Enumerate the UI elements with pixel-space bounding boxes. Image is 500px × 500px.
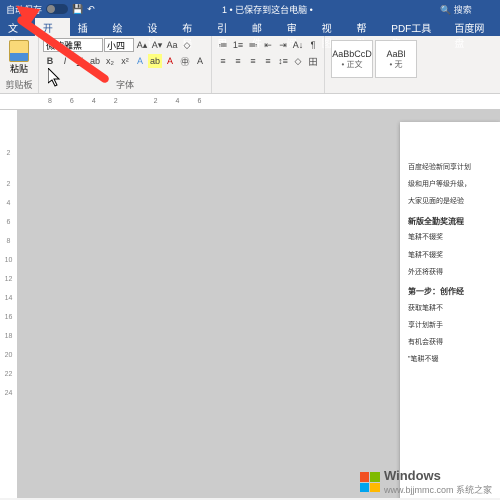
showmarks-icon[interactable]: ¶ bbox=[306, 38, 320, 52]
strike-button[interactable]: ab bbox=[88, 54, 102, 68]
clear-format-icon[interactable]: ◇ bbox=[180, 38, 194, 52]
grow-font-icon[interactable]: A▴ bbox=[135, 38, 149, 52]
font-size-select[interactable] bbox=[104, 38, 134, 52]
doc-paragraph: 大家见面的是经验 bbox=[408, 196, 492, 207]
bold-button[interactable]: B bbox=[43, 54, 57, 68]
bullets-icon[interactable]: ≔ bbox=[216, 38, 230, 52]
autosave-label: 自动保存 bbox=[6, 3, 42, 16]
styles-group: AaBbCcD • 正文 AaBl • 无 bbox=[325, 36, 423, 93]
doc-paragraph: "笔耕不辍 bbox=[408, 354, 492, 365]
watermark: Windows www.bjjmmc.com 系统之家 bbox=[360, 468, 492, 496]
document-area[interactable]: 百度经验新同享计划 级和用户等级升级， 大家见面的是经验 新版全勤奖流程 笔耕不… bbox=[18, 110, 500, 498]
superscript-button[interactable]: x² bbox=[118, 54, 132, 68]
tab-view[interactable]: 视图 bbox=[314, 18, 349, 36]
ribbon-tabs: 文件 开始 插入 绘图 设计 布局 引用 邮件 审阅 视图 帮助 PDF工具集 … bbox=[0, 18, 500, 36]
char-border-icon[interactable]: A bbox=[193, 54, 207, 68]
paste-button[interactable]: 粘贴 bbox=[4, 38, 34, 76]
tab-draw[interactable]: 绘图 bbox=[105, 18, 140, 36]
subscript-button[interactable]: x₂ bbox=[103, 54, 117, 68]
style-nospacing[interactable]: AaBl • 无 bbox=[375, 40, 417, 78]
font-color-icon[interactable]: A bbox=[163, 54, 177, 68]
document-page[interactable]: 百度经验新同享计划 级和用户等级升级， 大家见面的是经验 新版全勤奖流程 笔耕不… bbox=[400, 122, 500, 498]
tab-help[interactable]: 帮助 bbox=[348, 18, 383, 36]
workspace: 224681012141618202224 百度经验新同享计划 级和用户等级升级… bbox=[0, 110, 500, 498]
font-group: A▴ A▾ Aa ◇ B I U ab x₂ x² A ab A ㊥ A 字体 bbox=[39, 36, 212, 93]
ribbon: 粘贴 剪贴板 A▴ A▾ Aa ◇ B I U ab x₂ x² A ab bbox=[0, 36, 500, 94]
italic-button[interactable]: I bbox=[58, 54, 72, 68]
justify-icon[interactable]: ≡ bbox=[261, 54, 275, 68]
clipboard-label: 剪贴板 bbox=[4, 78, 34, 91]
tab-design[interactable]: 设计 bbox=[139, 18, 174, 36]
highlight-icon[interactable]: ab bbox=[148, 54, 162, 68]
underline-button[interactable]: U bbox=[73, 54, 87, 68]
shading-icon[interactable]: ◇ bbox=[291, 54, 305, 68]
doc-paragraph: 级和用户等级升级， bbox=[408, 179, 492, 190]
watermark-brand: Windows bbox=[384, 468, 492, 483]
align-left-icon[interactable]: ≡ bbox=[216, 54, 230, 68]
doc-paragraph: 有机会获得 bbox=[408, 337, 492, 348]
multilevel-icon[interactable]: ≕ bbox=[246, 38, 260, 52]
align-center-icon[interactable]: ≡ bbox=[231, 54, 245, 68]
doc-paragraph: 享计划新手 bbox=[408, 320, 492, 331]
tab-references[interactable]: 引用 bbox=[209, 18, 244, 36]
doc-heading: 第一步：创作经 bbox=[408, 286, 492, 299]
tab-mailings[interactable]: 邮件 bbox=[244, 18, 279, 36]
autosave-toggle[interactable] bbox=[46, 4, 68, 14]
phonetic-icon[interactable]: ㊥ bbox=[178, 54, 192, 68]
align-right-icon[interactable]: ≡ bbox=[246, 54, 260, 68]
windows-logo-icon bbox=[360, 472, 380, 492]
document-title: 1 • 已保存到这台电脑 • bbox=[95, 3, 440, 16]
tab-pdf[interactable]: PDF工具集 bbox=[383, 18, 446, 36]
doc-paragraph: 外还将获得 bbox=[408, 267, 492, 278]
doc-paragraph: 笔耕不辍奖 bbox=[408, 232, 492, 243]
change-case-icon[interactable]: Aa bbox=[165, 38, 179, 52]
search-box[interactable]: 🔍 搜索 bbox=[440, 3, 500, 16]
sort-icon[interactable]: A↓ bbox=[291, 38, 305, 52]
text-effect-icon[interactable]: A bbox=[133, 54, 147, 68]
horizontal-ruler[interactable]: 8642246 bbox=[0, 94, 500, 110]
doc-heading: 新版全勤奖流程 bbox=[408, 216, 492, 229]
doc-paragraph: 笔耕不辍奖 bbox=[408, 250, 492, 261]
paste-icon bbox=[9, 40, 29, 62]
shrink-font-icon[interactable]: A▾ bbox=[150, 38, 164, 52]
tab-file[interactable]: 文件 bbox=[0, 18, 35, 36]
tab-insert[interactable]: 插入 bbox=[70, 18, 105, 36]
paragraph-group: ≔ 1≡ ≕ ⇤ ⇥ A↓ ¶ ≡ ≡ ≡ ≡ ↕≡ ◇ 田 bbox=[212, 36, 325, 93]
clipboard-group: 粘贴 剪贴板 bbox=[0, 36, 39, 93]
font-label: 字体 bbox=[43, 78, 207, 91]
tab-baidu[interactable]: 百度网盘 bbox=[446, 18, 500, 36]
style-normal[interactable]: AaBbCcD • 正文 bbox=[331, 40, 373, 78]
indent-icon[interactable]: ⇥ bbox=[276, 38, 290, 52]
vertical-ruler[interactable]: 224681012141618202224 bbox=[0, 110, 18, 498]
borders-icon[interactable]: 田 bbox=[306, 54, 320, 68]
save-icon[interactable]: 💾 bbox=[72, 4, 83, 15]
outdent-icon[interactable]: ⇤ bbox=[261, 38, 275, 52]
tab-review[interactable]: 审阅 bbox=[279, 18, 314, 36]
numbering-icon[interactable]: 1≡ bbox=[231, 38, 245, 52]
doc-paragraph: 获取笔耕不 bbox=[408, 303, 492, 314]
font-name-select[interactable] bbox=[43, 38, 103, 52]
paragraph-label bbox=[216, 81, 320, 91]
undo-icon[interactable]: ↶ bbox=[87, 4, 95, 15]
window-titlebar: 自动保存 💾 ↶ 1 • 已保存到这台电脑 • 🔍 搜索 bbox=[0, 0, 500, 18]
line-spacing-icon[interactable]: ↕≡ bbox=[276, 54, 290, 68]
tab-home[interactable]: 开始 bbox=[35, 18, 70, 36]
tab-layout[interactable]: 布局 bbox=[174, 18, 209, 36]
doc-paragraph: 百度经验新同享计划 bbox=[408, 162, 492, 173]
